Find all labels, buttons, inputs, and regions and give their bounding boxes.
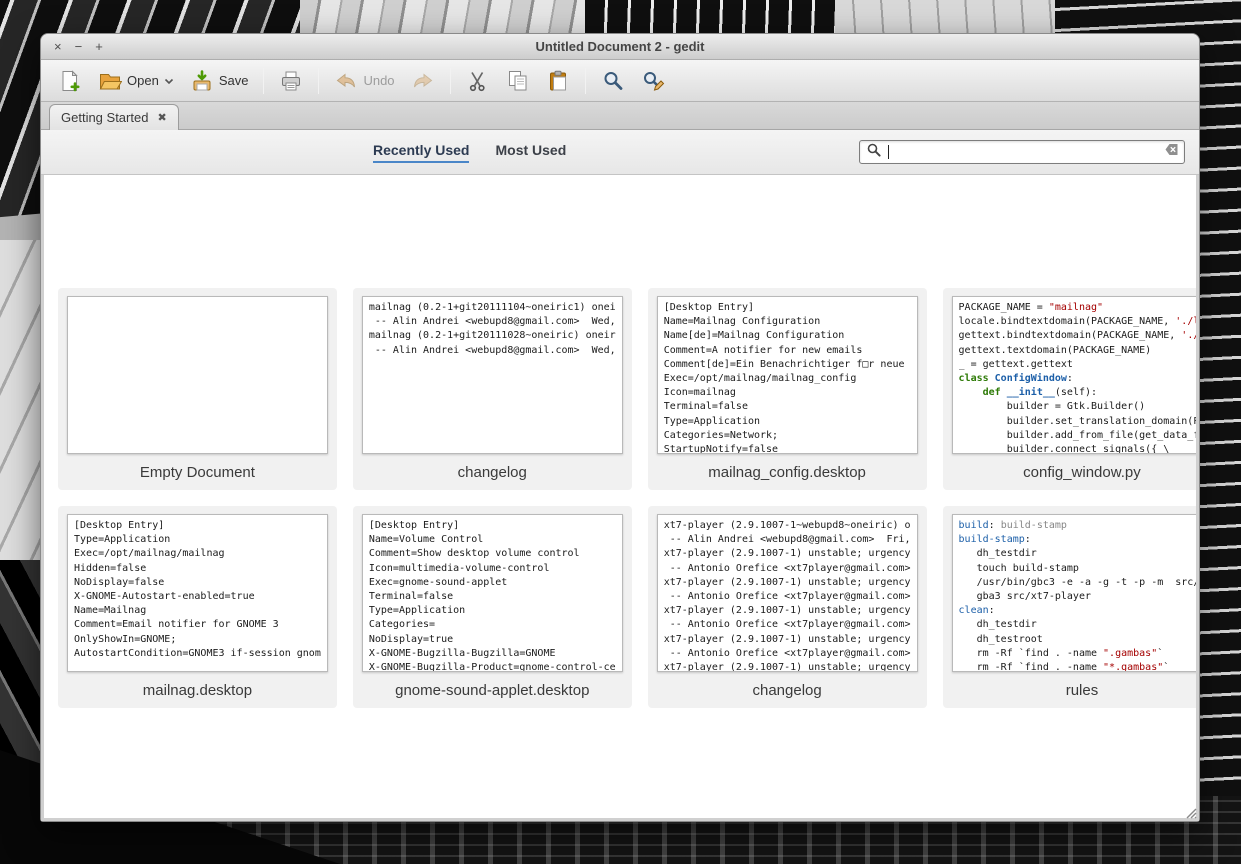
file-title: Empty Document: [139, 463, 255, 481]
view-switch: Recently Used Most Used: [373, 142, 566, 163]
toolbar-separator: [449, 67, 451, 94]
file-title: config_window.py: [1023, 463, 1141, 481]
file-title: changelog: [457, 463, 527, 481]
search-input[interactable]: [859, 140, 1185, 164]
toolbar-separator: [263, 67, 265, 94]
card-rules[interactable]: build: build-stamp build-stamp: dh_testdi…: [942, 506, 1196, 708]
open-folder-icon: [98, 69, 122, 93]
card-changelog-xt7[interactable]: xt7-player (2.9.1007-1~webupd8~oneiric) …: [647, 506, 927, 708]
find-replace-icon: [641, 69, 665, 93]
main-toolbar: Open Save Undo: [41, 60, 1199, 102]
print-button[interactable]: [272, 65, 310, 97]
file-preview: build: build-stamp build-stamp: dh_testdi…: [951, 514, 1196, 672]
card-mailnag-desktop[interactable]: [Desktop Entry] Type=Application Exec=/opt…: [58, 506, 337, 708]
cut-button[interactable]: [459, 65, 497, 97]
file-title: mailnag_config.desktop: [708, 463, 866, 481]
open-button-label: Open: [127, 73, 159, 88]
file-preview: PACKAGE_NAME = "mailnag" locale.bindtextd…: [951, 296, 1196, 454]
titlebar[interactable]: × − + Untitled Document 2 - gedit: [41, 34, 1199, 60]
save-icon: [190, 69, 214, 93]
minimize-window-button[interactable]: −: [75, 40, 83, 53]
chevron-down-icon: [164, 77, 174, 85]
undo-icon: [334, 69, 358, 93]
recent-files-grid: Empty Document mailnag (0.2-1+git2011110…: [44, 288, 1196, 708]
print-icon: [279, 69, 303, 93]
close-window-button[interactable]: ×: [54, 40, 62, 53]
file-preview: [Desktop Entry] Type=Application Exec=/opt…: [67, 514, 328, 672]
open-button[interactable]: Open: [91, 65, 181, 97]
paste-icon: [546, 69, 570, 93]
tab-recently-used[interactable]: Recently Used: [373, 142, 470, 163]
file-preview: xt7-player (2.9.1007-1~webupd8~oneiric) …: [656, 514, 918, 672]
card-changelog-mailnag[interactable]: mailnag (0.2-1+git20111104~oneiric1) one…: [352, 288, 632, 490]
clear-search-icon[interactable]: [1160, 143, 1178, 161]
dash-header: Recently Used Most Used: [41, 130, 1199, 175]
tab-label: Getting Started: [61, 110, 149, 125]
copy-button[interactable]: [499, 65, 537, 97]
card-mailnag-config-desktop[interactable]: [Desktop Entry] Name=Mailnag Configuratio…: [647, 288, 927, 490]
gedit-window: × − + Untitled Document 2 - gedit Open S…: [40, 33, 1200, 822]
file-preview: [Desktop Entry] Name=Mailnag Configuratio…: [656, 296, 918, 454]
find-button[interactable]: [594, 65, 632, 97]
card-config-window-py[interactable]: PACKAGE_NAME = "mailnag" locale.bindtextd…: [942, 288, 1196, 490]
resize-grip[interactable]: [1184, 806, 1197, 819]
card-gnome-sound-applet-desktop[interactable]: [Desktop Entry] Name=Volume Control Commen…: [352, 506, 632, 708]
cut-icon: [466, 69, 490, 93]
window-controls: × − +: [54, 34, 103, 59]
undo-button[interactable]: Undo: [327, 65, 401, 97]
tab-most-used[interactable]: Most Used: [495, 142, 566, 163]
find-icon: [601, 69, 625, 93]
tab-close-icon[interactable]: ✖: [157, 112, 166, 123]
card-empty-document[interactable]: Empty Document: [58, 288, 337, 490]
getting-started-view: Empty Document mailnag (0.2-1+git2011110…: [44, 175, 1196, 818]
file-preview: [67, 296, 328, 454]
redo-button[interactable]: [404, 65, 442, 97]
toolbar-separator: [318, 67, 320, 94]
new-document-button[interactable]: [51, 65, 89, 97]
paste-button[interactable]: [539, 65, 577, 97]
file-preview: [Desktop Entry] Name=Volume Control Commen…: [361, 514, 623, 672]
window-title: Untitled Document 2 - gedit: [535, 39, 705, 54]
file-preview: mailnag (0.2-1+git20111104~oneiric1) one…: [361, 296, 623, 454]
save-button[interactable]: Save: [183, 65, 256, 97]
toolbar-separator: [584, 67, 586, 94]
file-title: gnome-sound-applet.desktop: [395, 681, 590, 699]
copy-icon: [506, 69, 530, 93]
document-tabbar: Getting Started ✖: [41, 102, 1199, 130]
redo-icon: [411, 69, 435, 93]
new-document-icon: [58, 69, 82, 93]
maximize-window-button[interactable]: +: [95, 40, 103, 53]
file-title: rules: [1065, 681, 1099, 699]
save-button-label: Save: [218, 73, 249, 88]
tab-getting-started[interactable]: Getting Started ✖: [49, 104, 179, 130]
search-icon: [866, 142, 882, 163]
undo-button-label: Undo: [363, 73, 395, 88]
find-replace-button[interactable]: [634, 65, 672, 97]
file-title: mailnag.desktop: [142, 681, 253, 699]
text-caret: [888, 145, 889, 159]
file-title: changelog: [752, 681, 822, 699]
content-frame: Empty Document mailnag (0.2-1+git2011110…: [41, 175, 1199, 821]
